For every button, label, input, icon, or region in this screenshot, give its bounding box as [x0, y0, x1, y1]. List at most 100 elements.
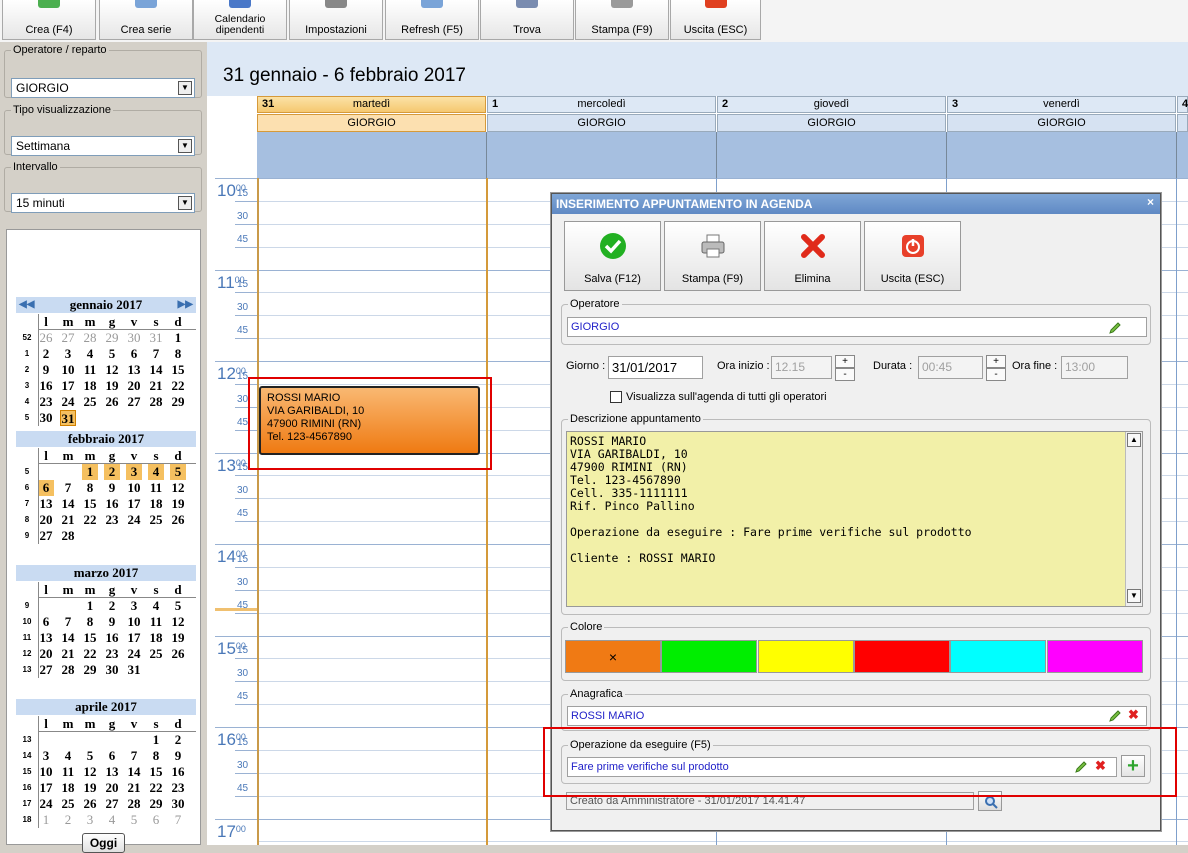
calendar-day[interactable]: 7 — [148, 346, 164, 362]
prev-month-icon[interactable]: ◀◀ — [19, 297, 34, 313]
calendar-day[interactable]: 31 — [60, 410, 76, 426]
calendar-day[interactable]: 11 — [60, 764, 76, 780]
durata-minus-button[interactable]: - — [986, 368, 1006, 381]
calendar-day[interactable]: 5 — [170, 464, 186, 480]
calendar-day[interactable]: 15 — [82, 630, 98, 646]
day-header[interactable]: 31 martedì — [257, 96, 486, 113]
day-header[interactable]: 3 venerdì — [947, 96, 1176, 113]
toolbar-button-4[interactable]: Impostazioni — [289, 0, 383, 40]
calendar-day[interactable]: 14 — [60, 496, 76, 512]
calendar-day[interactable]: 22 — [82, 512, 98, 528]
calendar-day[interactable]: 3 — [38, 748, 54, 764]
calendar-day[interactable]: 10 — [38, 764, 54, 780]
delete-x-icon[interactable]: ✖ — [1128, 708, 1139, 722]
calendar-day[interactable]: 30 — [126, 330, 142, 346]
durata-input[interactable]: 00:45 — [918, 356, 983, 379]
calendar-day[interactable]: 5 — [170, 598, 186, 614]
calendar-day[interactable]: 21 — [60, 646, 76, 662]
calendar-day[interactable]: 13 — [38, 496, 54, 512]
calendar-day[interactable]: 30 — [170, 796, 186, 812]
calendar-day[interactable]: 28 — [82, 330, 98, 346]
calendar-day[interactable]: 27 — [60, 330, 76, 346]
calendar-day[interactable]: 22 — [170, 378, 186, 394]
calendar-day[interactable]: 6 — [38, 480, 54, 496]
calendar-day[interactable]: 4 — [104, 812, 120, 828]
calendar-day[interactable]: 1 — [148, 732, 164, 748]
save-button[interactable]: Salva (F12) — [564, 221, 661, 291]
anagrafica-field[interactable]: ROSSI MARIO — [567, 706, 1147, 726]
calendar-day[interactable]: 29 — [170, 394, 186, 410]
calendar-day[interactable]: 14 — [60, 630, 76, 646]
calendar-day[interactable]: 25 — [148, 646, 164, 662]
calendar-day[interactable]: 27 — [126, 394, 142, 410]
calendar-day[interactable]: 8 — [170, 346, 186, 362]
calendar-day[interactable]: 7 — [170, 812, 186, 828]
color-swatch[interactable] — [853, 640, 950, 673]
calendar-day[interactable]: 18 — [82, 378, 98, 394]
close-icon[interactable]: × — [1147, 195, 1154, 209]
calendar-day[interactable]: 28 — [60, 662, 76, 678]
calendar-day[interactable]: 5 — [82, 748, 98, 764]
tipo-select[interactable]: Settimana ▼ — [11, 136, 195, 156]
calendar-day[interactable]: 2 — [60, 812, 76, 828]
calendar-day[interactable]: 10 — [126, 480, 142, 496]
calendar-day[interactable]: 2 — [170, 732, 186, 748]
calendar-day[interactable]: 15 — [148, 764, 164, 780]
operatore-field[interactable]: GIORGIO — [567, 317, 1147, 337]
calendar-day[interactable]: 22 — [82, 646, 98, 662]
next-month-icon[interactable]: ▶▶ — [178, 297, 193, 313]
calendar-day[interactable]: 16 — [104, 630, 120, 646]
calendar-day[interactable]: 2 — [38, 346, 54, 362]
calendar-day[interactable]: 10 — [126, 614, 142, 630]
calendar-day[interactable]: 12 — [104, 362, 120, 378]
day-header[interactable]: 1 mercoledì — [487, 96, 716, 113]
scroll-down-icon[interactable]: ▼ — [1127, 589, 1141, 603]
toolbar-button-7[interactable]: Stampa (F9) — [575, 0, 669, 40]
calendar-day[interactable]: 7 — [126, 748, 142, 764]
calendar-day[interactable]: 26 — [38, 330, 54, 346]
calendar-day[interactable]: 23 — [170, 780, 186, 796]
calendar-day[interactable]: 21 — [126, 780, 142, 796]
calendar-day[interactable]: 31 — [148, 330, 164, 346]
color-swatch[interactable] — [950, 640, 1047, 673]
calendar-day[interactable]: 14 — [148, 362, 164, 378]
calendar-day[interactable]: 11 — [148, 480, 164, 496]
toolbar-button-2[interactable]: Crea serie — [99, 0, 193, 40]
calendar-day[interactable]: 13 — [104, 764, 120, 780]
calendar-day[interactable]: 2 — [104, 464, 120, 480]
toolbar-button-5[interactable]: Refresh (F5) — [385, 0, 479, 40]
calendar-day[interactable]: 5 — [104, 346, 120, 362]
calendar-day[interactable]: 19 — [170, 496, 186, 512]
calendar-day[interactable]: 27 — [38, 662, 54, 678]
chevron-down-icon[interactable]: ▼ — [178, 81, 192, 95]
calendar-day[interactable]: 18 — [60, 780, 76, 796]
calendar-day[interactable]: 26 — [170, 512, 186, 528]
calendar-day[interactable]: 5 — [126, 812, 142, 828]
calendar-day[interactable]: 14 — [126, 764, 142, 780]
calendar-day[interactable]: 28 — [148, 394, 164, 410]
toolbar-button-6[interactable]: Trova — [480, 0, 574, 40]
durata-plus-button[interactable]: + — [986, 355, 1006, 368]
toolbar-button-8[interactable]: Uscita (ESC) — [670, 0, 761, 40]
calendar-day[interactable]: 4 — [148, 464, 164, 480]
calendar-day[interactable]: 11 — [82, 362, 98, 378]
pencil-icon[interactable] — [1108, 321, 1122, 335]
calendar-day[interactable]: 29 — [104, 330, 120, 346]
calendar-day[interactable]: 13 — [126, 362, 142, 378]
calendar-day[interactable]: 11 — [148, 614, 164, 630]
day-header[interactable]: 2 giovedì — [717, 96, 946, 113]
exit-button[interactable]: Uscita (ESC) — [864, 221, 961, 291]
calendar-day[interactable]: 7 — [60, 480, 76, 496]
calendar-day[interactable]: 24 — [38, 796, 54, 812]
calendar-day[interactable]: 4 — [60, 748, 76, 764]
calendar-day[interactable]: 27 — [104, 796, 120, 812]
day-header[interactable]: 4 — [1177, 96, 1188, 113]
toolbar-button-1[interactable]: Crea (F4) — [2, 0, 96, 40]
calendar-day[interactable]: 16 — [104, 496, 120, 512]
toolbar-button-3[interactable]: Calendario dipendenti — [193, 0, 287, 40]
calendar-day[interactable]: 25 — [60, 796, 76, 812]
calendar-day[interactable]: 6 — [148, 812, 164, 828]
calendar-day[interactable]: 2 — [104, 598, 120, 614]
color-swatch[interactable] — [757, 640, 854, 673]
calendar-day[interactable]: 22 — [148, 780, 164, 796]
